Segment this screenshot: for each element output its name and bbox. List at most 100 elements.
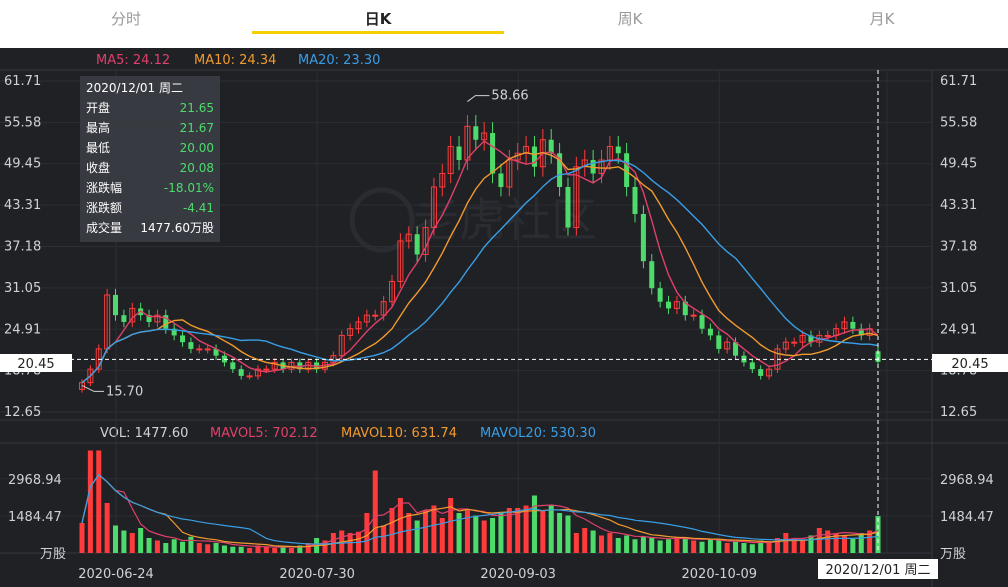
tab-weekly-k[interactable]: 周K bbox=[504, 0, 756, 48]
volume-bar bbox=[397, 498, 403, 553]
volume-bar bbox=[699, 541, 705, 553]
candle-body bbox=[246, 375, 253, 378]
price-tick-left: 43.31 bbox=[4, 198, 41, 213]
tab-intraday[interactable]: 分时 bbox=[0, 0, 252, 48]
tooltip-low-label: 最低 bbox=[86, 141, 110, 155]
tooltip-volume-label: 成交量 bbox=[86, 220, 122, 235]
candle-body bbox=[121, 315, 127, 322]
volume-bar bbox=[205, 544, 211, 553]
volume-bar bbox=[733, 541, 739, 553]
volume-bar bbox=[490, 518, 496, 553]
vol-legend: VOL: 1477.60 bbox=[100, 426, 188, 441]
tooltip-high-value: 21.67 bbox=[180, 121, 214, 135]
candle-body bbox=[707, 328, 713, 336]
kline-chart[interactable]: 老虎社区 MA5: 24.12 MA10: 24.34 MA20: 23.30 … bbox=[0, 48, 1008, 587]
date-tick-label: 2020-06-24 bbox=[78, 567, 154, 582]
ma5-legend: MA5: 24.12 bbox=[96, 53, 170, 68]
volume-bar bbox=[272, 548, 278, 553]
candle-body bbox=[456, 146, 462, 161]
volume-bar bbox=[590, 530, 596, 553]
volume-bar bbox=[557, 513, 563, 553]
volume-bar bbox=[582, 528, 588, 553]
tab-monthly-k[interactable]: 月K bbox=[756, 0, 1008, 48]
volume-bar bbox=[481, 520, 487, 553]
price-tick-right: 43.31 bbox=[940, 198, 977, 213]
volume-bar bbox=[79, 523, 85, 553]
volume-bar bbox=[180, 541, 186, 553]
tab-daily-k[interactable]: 日K bbox=[252, 0, 504, 48]
mavol5-legend: MAVOL5: 702.12 bbox=[210, 426, 318, 441]
tooltip-date: 2020/12/01 周二 bbox=[86, 81, 183, 95]
volume-bar bbox=[850, 538, 856, 553]
candle-body bbox=[657, 288, 663, 302]
candle-body bbox=[230, 362, 236, 370]
volume-bar bbox=[381, 525, 387, 553]
date-tick-label: 2020-09-03 bbox=[480, 567, 556, 582]
volume-bar bbox=[716, 540, 722, 553]
volume-bar bbox=[280, 546, 286, 553]
volume-bar bbox=[96, 450, 102, 553]
candle-body bbox=[824, 334, 831, 337]
price-tick-right: 12.65 bbox=[940, 405, 977, 420]
date-tick-label: 2020-10-09 bbox=[682, 567, 758, 582]
tooltip-change-pct-label: 涨跌幅 bbox=[86, 180, 122, 195]
price-tick-right: 24.91 bbox=[940, 322, 977, 337]
candle-body bbox=[113, 294, 119, 316]
tooltip-close-value: 20.08 bbox=[180, 161, 214, 175]
volume-tick-right: 1484.47 bbox=[940, 510, 994, 525]
price-tick-left: 31.05 bbox=[4, 281, 41, 296]
candle-body bbox=[414, 234, 420, 255]
volume-bar bbox=[473, 515, 479, 553]
tooltip-change-pct-value: -18.01% bbox=[164, 181, 214, 195]
low-price-label: 15.70 bbox=[106, 384, 143, 399]
volume-bar bbox=[414, 520, 420, 553]
volume-bar bbox=[263, 546, 269, 553]
candle-body bbox=[690, 314, 697, 317]
mavol10-legend: MAVOL10: 631.74 bbox=[341, 426, 457, 441]
candle-body bbox=[531, 146, 537, 167]
volume-bar bbox=[171, 539, 177, 553]
volume-bar bbox=[783, 533, 789, 553]
candle-body bbox=[850, 321, 856, 329]
ma10-legend: MA10: 24.34 bbox=[194, 53, 276, 68]
volume-bar bbox=[640, 536, 646, 553]
volume-bar bbox=[800, 540, 806, 553]
volume-bar bbox=[682, 538, 688, 553]
tooltip-low-value: 20.00 bbox=[180, 141, 214, 155]
volume-bar bbox=[573, 533, 579, 553]
volume-tick-left: 2968.94 bbox=[8, 473, 62, 488]
candle-body bbox=[196, 348, 203, 351]
price-tick-right: 61.71 bbox=[940, 74, 977, 89]
candle-body bbox=[263, 368, 270, 371]
volume-bar bbox=[431, 505, 437, 553]
volume-bar bbox=[632, 539, 638, 553]
volume-bar bbox=[657, 540, 663, 553]
price-tick-left: 61.71 bbox=[4, 74, 41, 89]
volume-bar bbox=[364, 513, 370, 553]
candle-body bbox=[180, 335, 186, 343]
volume-tick-left: 1484.47 bbox=[8, 510, 62, 525]
period-tabs: 分时 日K 周K 月K bbox=[0, 0, 1008, 48]
volume-bar bbox=[741, 543, 747, 553]
candle-body bbox=[238, 369, 244, 376]
volume-bar bbox=[523, 505, 529, 553]
volume-bar bbox=[548, 505, 554, 553]
price-tick-left: 49.45 bbox=[4, 157, 41, 172]
candle-body bbox=[649, 261, 655, 289]
mavol20-legend: MAVOL20: 530.30 bbox=[480, 426, 596, 441]
volume-bar bbox=[138, 528, 144, 553]
price-tick-right: 37.18 bbox=[940, 240, 977, 255]
volume-bar bbox=[104, 503, 110, 553]
volume-bar bbox=[221, 545, 227, 553]
candle-body bbox=[473, 126, 479, 140]
volume-bar bbox=[196, 543, 202, 553]
volume-bar bbox=[129, 533, 135, 553]
date-tick-label: 2020-07-30 bbox=[279, 567, 355, 582]
price-tick-left: 37.18 bbox=[4, 240, 41, 255]
volume-bar bbox=[808, 535, 814, 553]
volume-unit-right: 万股 bbox=[940, 547, 966, 562]
volume-bar bbox=[515, 508, 521, 553]
volume-bar bbox=[406, 513, 412, 553]
volume-bar bbox=[674, 536, 680, 553]
volume-bar bbox=[288, 548, 294, 553]
